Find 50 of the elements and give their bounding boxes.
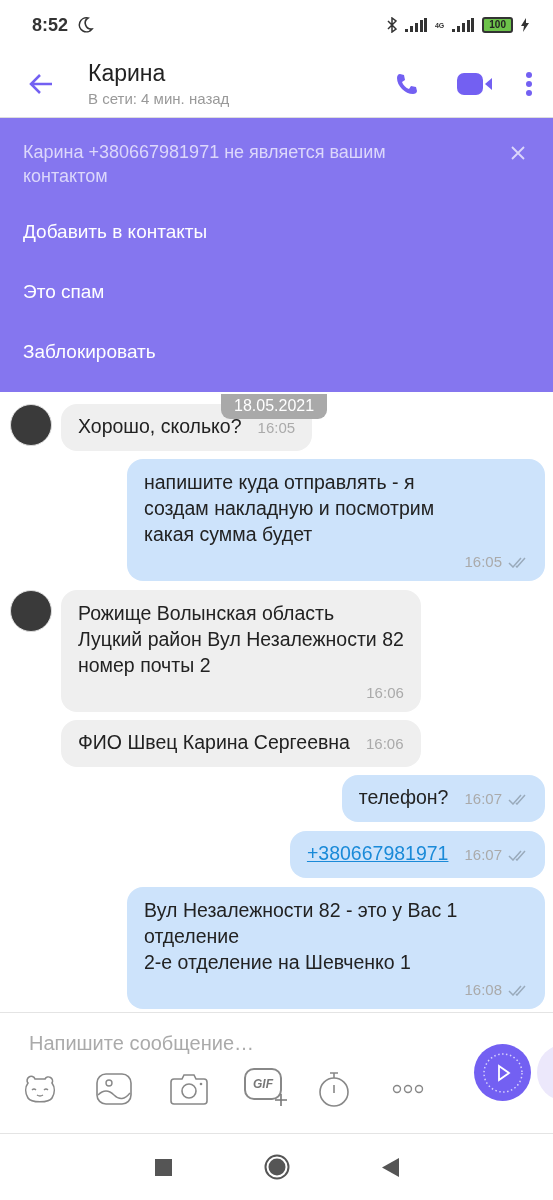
message-text: телефон?: [358, 785, 449, 810]
banner-action[interactable]: Добавить в контакты: [23, 202, 208, 262]
signal-icon: [404, 18, 427, 32]
stopwatch-icon: [318, 1071, 350, 1107]
home-circle-icon: [263, 1154, 290, 1180]
message-time: 16:06: [366, 683, 404, 703]
message-text: напишите куда отправлять - я создам накладную и посмотрим какая сумма будет: [144, 470, 436, 547]
triangle-back-icon: [381, 1157, 399, 1177]
last-seen-status: В сети: 4 мин. назад: [88, 90, 231, 107]
message-time: 16:05: [257, 418, 296, 438]
phone-icon: [395, 71, 419, 96]
gif-button[interactable]: GIF: [244, 1068, 318, 1110]
bear-face-icon: [22, 1073, 58, 1105]
avatar[interactable]: [10, 404, 52, 446]
charging-icon: [521, 18, 529, 32]
banner-action[interactable]: Это спам: [23, 262, 105, 322]
plus-icon: [275, 1094, 287, 1106]
image-icon: [96, 1073, 132, 1105]
signal-icon: [452, 18, 475, 32]
message-time: 16:08: [464, 980, 502, 1000]
contact-name: Карина: [88, 60, 167, 87]
recents-button[interactable]: [154, 1158, 172, 1176]
square-icon: [154, 1158, 172, 1176]
message-time: 16:07: [464, 845, 502, 865]
back-arrow-icon: [28, 72, 54, 95]
battery-level: 100: [482, 17, 513, 33]
bluetooth-icon: [386, 17, 397, 33]
video-message-button[interactable]: [474, 1044, 531, 1101]
more-vertical-icon: [525, 70, 533, 97]
back-nav-button[interactable]: [381, 1157, 399, 1177]
message-text: ФИО Швец Карина Сергеевна: [78, 730, 350, 755]
message-text: Вул Незалежности 82 - это у Вас 1 отделение 2-е отделение на Шевченко 1: [144, 898, 459, 975]
message-time: 16:05: [464, 552, 502, 572]
video-camera-icon: [457, 72, 493, 95]
message-text: Рожище Волынская область Луцкий район Вул Незалежности 82 номер почты 2: [78, 601, 404, 678]
message-input[interactable]: Напишите сообщение…: [27, 1031, 451, 1056]
clock-time: 8:52: [32, 14, 69, 36]
avatar[interactable]: [10, 590, 52, 632]
moon-icon: [76, 16, 95, 34]
play-icon: [481, 1051, 524, 1094]
banner-action[interactable]: Заблокировать: [23, 322, 156, 382]
not-in-contacts-notice: Карина +380667981971 не является вашим контактом: [23, 141, 387, 188]
message-time: 16:07: [464, 789, 502, 809]
phone-link[interactable]: +380667981971: [306, 840, 449, 866]
home-button[interactable]: [263, 1154, 290, 1180]
message-time: 16:06: [365, 734, 404, 754]
more-horizontal-icon: [392, 1084, 424, 1094]
gif-label: GIF: [253, 1077, 273, 1091]
camera-icon: [170, 1073, 208, 1105]
close-icon: [511, 146, 525, 160]
